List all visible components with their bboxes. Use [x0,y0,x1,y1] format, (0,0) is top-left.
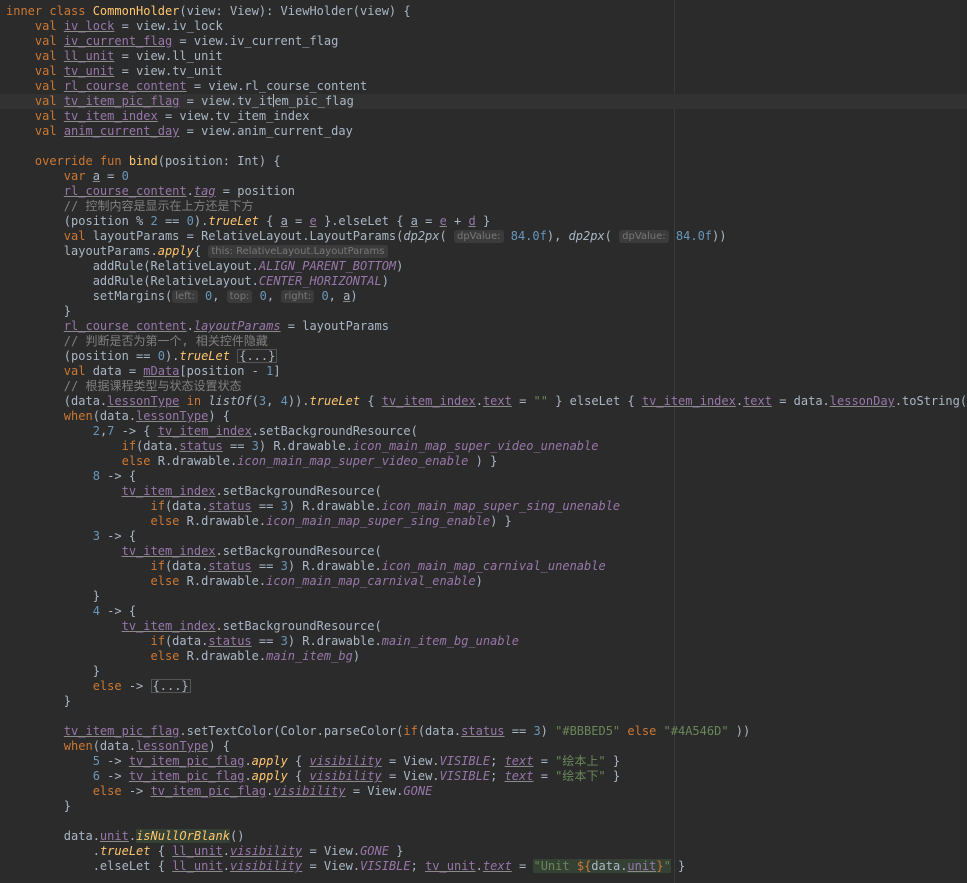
receiver-hint: this: RelativeLayout.LayoutParams [208,245,388,258]
param-hint: dpValue: [619,230,669,243]
code-line-2: val iv_lock = view.iv_lock [34,19,223,33]
code-line-52: 6 -> tv_item_pic_flag.apply { visibility… [92,769,621,783]
code-line-30: if(data.status == 3) R.drawable.icon_mai… [121,439,599,453]
code-line-15: (position % 2 == 0).trueLet { a = e }.el… [63,214,491,228]
code-line-40: } [92,589,100,603]
folded-code-block[interactable]: {...} [237,349,278,363]
code-line-46: else -> {...} [92,679,191,693]
code-line-24: (position == 0).trueLet {...} [63,349,278,363]
code-line-32: 8 -> { [92,469,137,483]
code-line-8: val tv_item_index = view.tv_item_index [34,109,310,123]
code-line-50: when(data.lessonType) { [63,739,230,753]
code-line-12: var a = 0 [63,169,129,183]
code-line-31: else R.drawable.icon_main_map_super_vide… [121,454,498,468]
code-editor[interactable]: inner class CommonHolder(view: View): Vi… [0,0,967,883]
code-line-45: } [92,664,100,678]
code-line-17: layoutParams.apply{ this: RelativeLayout… [6,244,967,259]
param-hint: top: [226,290,253,303]
code-line-47: } [63,694,72,708]
code-line-3: val iv_current_flag = view.iv_current_fl… [34,34,339,48]
code-line-9: val anim_current_day = view.anim_current… [34,124,353,138]
code-line-42: tv_item_index.setBackgroundResource( [121,619,382,633]
code-line-44: else R.drawable.main_item_bg) [150,649,361,663]
code-line-34: if(data.status == 3) R.drawable.icon_mai… [150,499,621,513]
code-line-26: // 根据课程类型与状态设置状态 [63,379,242,393]
code-line-28: when(data.lessonType) { [63,409,230,423]
code-line-14: // 控制内容是显示在上方还是下方 [63,199,254,213]
code-line-16: val layoutParams = RelativeLayout.Layout… [63,229,727,243]
code-line-18: addRule(RelativeLayout.ALIGN_PARENT_BOTT… [92,259,404,273]
param-hint: left: [172,290,198,303]
code-line-6: val rl_course_content = view.rl_course_c… [34,79,368,93]
code-line-37: tv_item_index.setBackgroundResource( [121,544,382,558]
code-line-53: else -> tv_item_pic_flag.visibility = Vi… [92,784,433,798]
param-hint: right: [281,290,315,303]
param-hint: dpValue: [453,230,504,243]
code-line-58: .elseLet { ll_unit.visibility = View.VIS… [92,859,686,873]
code-line-36: 3 -> { [92,529,137,543]
code-line-21: } [63,304,72,318]
code-line-20: setMargins(left: 0, top: 0, right: 0, a) [92,289,358,303]
folded-code-block[interactable]: {...} [150,679,191,693]
code-line-29: 2,7 -> { tv_item_index.setBackgroundReso… [92,424,418,438]
code-line-35: else R.drawable.icon_main_map_super_sing… [150,514,512,528]
code-line-7-current: val tv_item_pic_flag = view.tv_item_pic_… [0,94,967,109]
code-line-33: tv_item_index.setBackgroundResource( [121,484,382,498]
code-line-38: if(data.status == 3) R.drawable.icon_mai… [150,559,606,573]
code-line-49: tv_item_pic_flag.setTextColor(Color.pars… [63,724,751,738]
code-line-56: data.unit.isNullOrBlank() [63,829,245,843]
code-line-19: addRule(RelativeLayout.CENTER_HORIZONTAL… [92,274,389,288]
code-line-39: else R.drawable.icon_main_map_carnival_e… [150,574,483,588]
code-line-43: if(data.status == 3) R.drawable.main_ite… [150,634,520,648]
code-line-23: // 判断是否为第一个, 相关控件隐藏 [63,334,268,348]
code-line-51: 5 -> tv_item_pic_flag.apply { visibility… [92,754,621,768]
code-line-54: } [63,799,72,813]
code-line-41: 4 -> { [92,604,137,618]
code-line-27: (data.lessonType in listOf(3, 4)).trueLe… [63,394,967,408]
code-line-5: val tv_unit = view.tv_unit [34,64,223,78]
code-line-22: rl_course_content.layoutParams = layoutP… [63,319,389,333]
code-line-57: .trueLet { ll_unit.visibility = View.GON… [92,844,404,858]
code-line-1: inner class CommonHolder(view: View): Vi… [6,4,411,18]
code-lines: inner class CommonHolder(view: View): Vi… [0,4,967,874]
code-line-13: rl_course_content.tag = position [63,184,296,198]
code-line-11: override fun bind(position: Int) { [34,154,281,168]
code-line-25: val data = mData[position - 1] [63,364,281,378]
code-line-4: val ll_unit = view.ll_unit [34,49,223,63]
